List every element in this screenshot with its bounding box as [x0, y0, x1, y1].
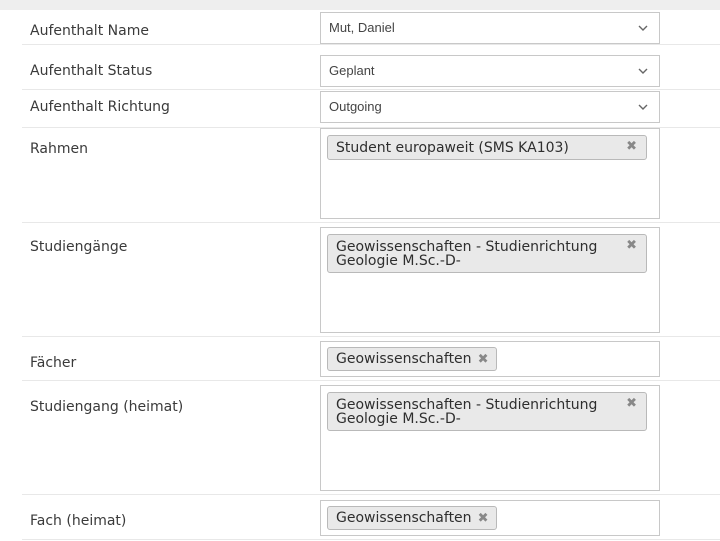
aufenthalt-status-select[interactable]: Geplant — [320, 55, 660, 87]
tag-label: Geowissenschaften — [336, 510, 472, 526]
studiengang-heimat-multiselect[interactable]: Geowissenschaften - Studienrichtung Geol… — [320, 385, 660, 491]
form-row-fach-heimat: Fach (heimat) Geowissenschaften ✖ — [22, 496, 720, 540]
form-row-faecher: Fächer Geowissenschaften ✖ — [22, 338, 720, 381]
aufenthalt-richtung-select[interactable]: Outgoing — [320, 91, 660, 123]
tag-chip: Geowissenschaften ✖ — [327, 506, 497, 530]
close-icon[interactable]: ✖ — [626, 397, 637, 411]
field-label: Aufenthalt Name — [30, 23, 149, 39]
faecher-multiselect[interactable]: Geowissenschaften ✖ — [320, 341, 660, 377]
tag-label: Student europaweit (SMS KA103) — [336, 140, 569, 156]
form-row-aufenthalt-richtung: Aufenthalt Richtung Outgoing — [22, 91, 720, 128]
tag-label: Geowissenschaften - Studienrichtung Geol… — [336, 397, 598, 427]
form-row-rahmen: Rahmen Student europaweit (SMS KA103) ✖ — [22, 128, 720, 223]
tag-chip: Geowissenschaften ✖ — [327, 347, 497, 371]
aufenthalt-name-select[interactable]: Mut, Daniel — [320, 12, 660, 44]
selected-value: Mut, Daniel — [329, 20, 395, 35]
field-label: Fächer — [30, 355, 77, 371]
selected-value: Geplant — [329, 63, 375, 78]
chevron-down-icon — [638, 68, 648, 74]
tag-chip: Geowissenschaften - Studienrichtung Geol… — [327, 392, 647, 431]
chevron-down-icon — [638, 104, 648, 110]
tag-label: Geowissenschaften - Studienrichtung Geol… — [336, 239, 598, 269]
form-row-studiengang-heimat: Studiengang (heimat) Geowissenschaften -… — [22, 382, 720, 495]
close-icon[interactable]: ✖ — [626, 140, 637, 154]
field-label: Fach (heimat) — [30, 513, 127, 529]
close-icon[interactable]: ✖ — [478, 512, 489, 526]
rahmen-multiselect[interactable]: Student europaweit (SMS KA103) ✖ — [320, 128, 660, 219]
form-row-aufenthalt-name: Aufenthalt Name Mut, Daniel — [22, 10, 720, 45]
header-strip — [0, 0, 720, 10]
field-label: Studiengänge — [30, 239, 128, 255]
form-row-studiengaenge: Studiengänge Geowissenschaften - Studien… — [22, 224, 720, 337]
selected-value: Outgoing — [329, 99, 382, 114]
chevron-down-icon — [638, 25, 648, 31]
form-row-aufenthalt-status: Aufenthalt Status Geplant — [22, 55, 720, 90]
tag-chip: Student europaweit (SMS KA103) ✖ — [327, 135, 647, 160]
close-icon[interactable]: ✖ — [626, 239, 637, 253]
field-label: Aufenthalt Richtung — [30, 99, 170, 115]
field-label: Aufenthalt Status — [30, 63, 153, 79]
close-icon[interactable]: ✖ — [478, 353, 489, 367]
field-label: Studiengang (heimat) — [30, 399, 184, 415]
fach-heimat-multiselect[interactable]: Geowissenschaften ✖ — [320, 500, 660, 536]
tag-chip: Geowissenschaften - Studienrichtung Geol… — [327, 234, 647, 273]
studiengaenge-multiselect[interactable]: Geowissenschaften - Studienrichtung Geol… — [320, 227, 660, 333]
field-label: Rahmen — [30, 141, 88, 157]
tag-label: Geowissenschaften — [336, 351, 472, 367]
